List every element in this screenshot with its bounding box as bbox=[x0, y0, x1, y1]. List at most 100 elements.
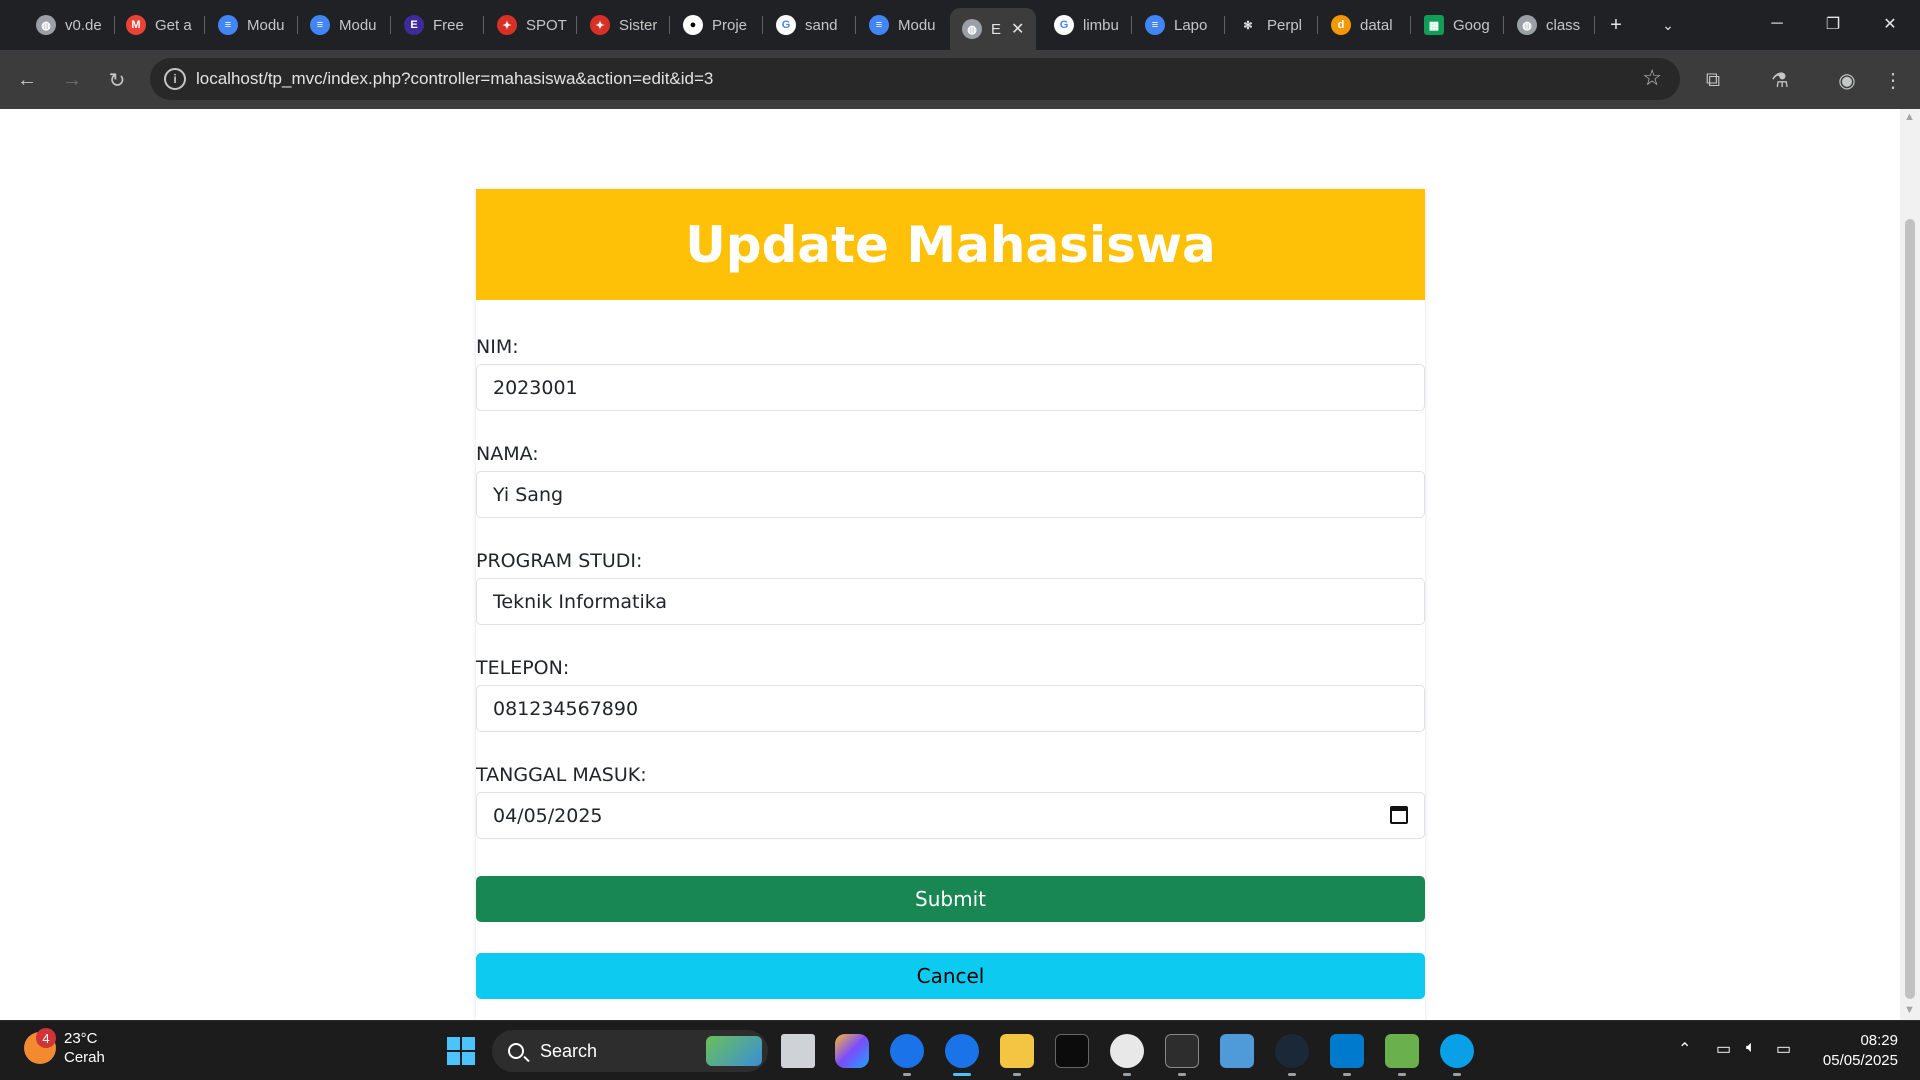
weather-sun-icon: 4 bbox=[24, 1028, 56, 1064]
system-clock[interactable]: 08:29 05/05/2025 bbox=[1823, 1031, 1898, 1071]
browser-tab[interactable]: Gsand bbox=[764, 8, 846, 42]
bookmark-star-icon[interactable]: ☆ bbox=[1642, 65, 1662, 91]
vscode-icon[interactable] bbox=[1330, 1034, 1364, 1068]
search-label: Search bbox=[540, 1040, 598, 1061]
steam-icon[interactable] bbox=[1275, 1034, 1309, 1068]
new-tab-icon[interactable]: + bbox=[1601, 10, 1631, 40]
browser-tab[interactable]: ▦ Goog bbox=[1412, 8, 1494, 42]
menu-kebab-icon[interactable]: ⋮ bbox=[1877, 64, 1909, 96]
elementor-icon: E bbox=[404, 15, 424, 35]
weather-temp: 23°C bbox=[64, 1030, 98, 1047]
browser-tab[interactable]: ≡ Modu bbox=[857, 8, 939, 42]
search-highlight-image bbox=[706, 1036, 762, 1066]
tanggal-masuk-input[interactable]: 04/05/2025 bbox=[476, 792, 1425, 839]
browser-tab[interactable]: ◍ v0.de bbox=[24, 8, 102, 42]
browser-tab[interactable]: ≡ Lapo bbox=[1133, 8, 1215, 42]
profile-icon[interactable]: ◉ bbox=[1831, 64, 1863, 96]
back-icon[interactable]: ← bbox=[11, 64, 43, 96]
tanggal-masuk-label: TANGGAL MASUK: bbox=[476, 764, 647, 786]
page-title: Update Mahasiswa bbox=[685, 215, 1216, 274]
restore-icon[interactable]: ❐ bbox=[1805, 6, 1861, 42]
cmd-icon[interactable] bbox=[1165, 1034, 1199, 1068]
scroll-up-icon[interactable]: ▲ bbox=[1904, 111, 1915, 123]
tray-chevron-up-icon[interactable]: ⌃ bbox=[1678, 1039, 1691, 1059]
browser-tab[interactable]: ✦ SPOT bbox=[485, 8, 567, 42]
browser-tab-active[interactable]: ◍ E ✕ bbox=[950, 8, 1036, 50]
weather-widget[interactable]: 4 23°C Cerah bbox=[24, 1028, 105, 1067]
browser-tab[interactable]: ✦ Sister bbox=[578, 8, 660, 42]
copilot-icon[interactable] bbox=[835, 1034, 869, 1068]
chrome-active-icon[interactable] bbox=[945, 1034, 979, 1068]
github-icon: ● bbox=[683, 15, 703, 35]
browser-tab[interactable]: d datal bbox=[1319, 8, 1401, 42]
network-icon[interactable]: ▭ bbox=[1716, 1039, 1731, 1059]
close-window-icon[interactable]: ✕ bbox=[1862, 6, 1918, 42]
spot-icon: ✦ bbox=[590, 15, 610, 35]
notepad-icon[interactable] bbox=[1385, 1034, 1419, 1068]
browser-tab[interactable]: ≡ Modu bbox=[298, 8, 380, 42]
tanggal-masuk-field: TANGGAL MASUK: 04/05/2025 bbox=[476, 764, 1425, 839]
browser-tab[interactable]: M Get a bbox=[114, 8, 194, 42]
nim-label: NIM: bbox=[476, 336, 519, 358]
minimize-icon[interactable]: ─ bbox=[1749, 6, 1805, 42]
browser-tab[interactable]: Glimbu bbox=[1042, 8, 1124, 42]
browser-toolbar: ← → ↻ i localhost/tp_mvc/index.php?contr… bbox=[0, 50, 1920, 109]
windows-taskbar: 4 23°C Cerah Search ⌃ ▭ 🔈︎ ▭ 08:29 05/05… bbox=[0, 1020, 1920, 1080]
labs-flask-icon[interactable]: ⚗ bbox=[1764, 64, 1796, 96]
nim-field: NIM: 2023001 bbox=[476, 336, 1425, 411]
tab-strip: ◍ v0.de M Get a ≡ Modu ≡ Modu E Free ✦ SPOT ✦ S… bbox=[0, 0, 1920, 50]
file-explorer-icon[interactable] bbox=[1000, 1034, 1034, 1068]
telepon-field: TELEPON: 081234567890 bbox=[476, 657, 1425, 732]
forward-icon[interactable]: → bbox=[56, 64, 88, 96]
edge-icon[interactable] bbox=[1440, 1034, 1474, 1068]
scrollbar-thumb[interactable] bbox=[1905, 219, 1915, 999]
gmail-icon: M bbox=[126, 15, 146, 35]
globe-icon: ◍ bbox=[962, 19, 982, 39]
search-icon bbox=[508, 1043, 524, 1059]
page-viewport: Update Mahasiswa NIM: 2023001 NAMA: Yi S… bbox=[0, 109, 1900, 1020]
card-header: Update Mahasiswa bbox=[476, 189, 1425, 300]
program-studi-input[interactable]: Teknik Informatika bbox=[476, 578, 1425, 625]
scroll-down-icon[interactable]: ▼ bbox=[1904, 1004, 1915, 1016]
extensions-icon[interactable]: ⧉ bbox=[1697, 64, 1729, 96]
clock-date: 05/05/2025 bbox=[1822, 1052, 1898, 1069]
globe-icon: ◍ bbox=[1517, 15, 1537, 35]
notification-badge: 4 bbox=[36, 1028, 56, 1048]
telepon-label: TELEPON: bbox=[476, 657, 570, 679]
site-info-icon[interactable]: i bbox=[164, 68, 186, 90]
calendar-icon[interactable] bbox=[1390, 806, 1408, 824]
tanggal-masuk-value: 04/05/2025 bbox=[493, 804, 603, 827]
cancel-button[interactable]: Cancel bbox=[476, 953, 1425, 999]
chevron-down-icon[interactable]: ⌄ bbox=[1653, 10, 1683, 40]
doc-icon: ≡ bbox=[218, 15, 238, 35]
browser-tab[interactable]: E Free bbox=[392, 8, 474, 42]
browser-tab[interactable]: ◍ class bbox=[1505, 8, 1587, 42]
submit-button[interactable]: Submit bbox=[476, 876, 1425, 922]
chrome-profile-icon[interactable] bbox=[890, 1034, 924, 1068]
taskbar-search[interactable]: Search bbox=[492, 1030, 768, 1072]
weather-condition: Cerah bbox=[64, 1049, 105, 1066]
nama-field: NAMA: Yi Sang bbox=[476, 443, 1425, 518]
url-text[interactable]: localhost/tp_mvc/index.php?controller=ma… bbox=[196, 69, 713, 89]
clock-time: 08:29 bbox=[1860, 1032, 1898, 1049]
program-studi-field: PROGRAM STUDI: Teknik Informatika bbox=[476, 550, 1425, 625]
task-view-icon[interactable] bbox=[781, 1034, 815, 1068]
volume-icon[interactable]: 🔈︎ bbox=[1746, 1039, 1756, 1057]
start-windows-icon[interactable] bbox=[447, 1037, 475, 1065]
reload-icon[interactable]: ↻ bbox=[101, 64, 133, 96]
browser-tab[interactable]: ● Proje bbox=[671, 8, 753, 42]
terminal-icon[interactable] bbox=[1055, 1034, 1089, 1068]
battery-icon[interactable]: ▭ bbox=[1776, 1039, 1791, 1059]
page-scrollbar[interactable]: ▲ ▼ bbox=[1900, 109, 1920, 1020]
browser-tab[interactable]: ✻ Perpl bbox=[1226, 8, 1308, 42]
nim-input[interactable]: 2023001 bbox=[476, 364, 1425, 411]
address-bar[interactable]: i localhost/tp_mvc/index.php?controller=… bbox=[150, 58, 1680, 100]
photos-icon[interactable] bbox=[1220, 1034, 1254, 1068]
google-icon: G bbox=[1054, 15, 1074, 35]
browser-tab[interactable]: ≡ Modu bbox=[206, 8, 288, 42]
perplexity-icon: ✻ bbox=[1238, 15, 1258, 35]
nama-input[interactable]: Yi Sang bbox=[476, 471, 1425, 518]
telepon-input[interactable]: 081234567890 bbox=[476, 685, 1425, 732]
clock-app-icon[interactable] bbox=[1110, 1034, 1144, 1068]
close-icon[interactable]: ✕ bbox=[1011, 19, 1024, 39]
